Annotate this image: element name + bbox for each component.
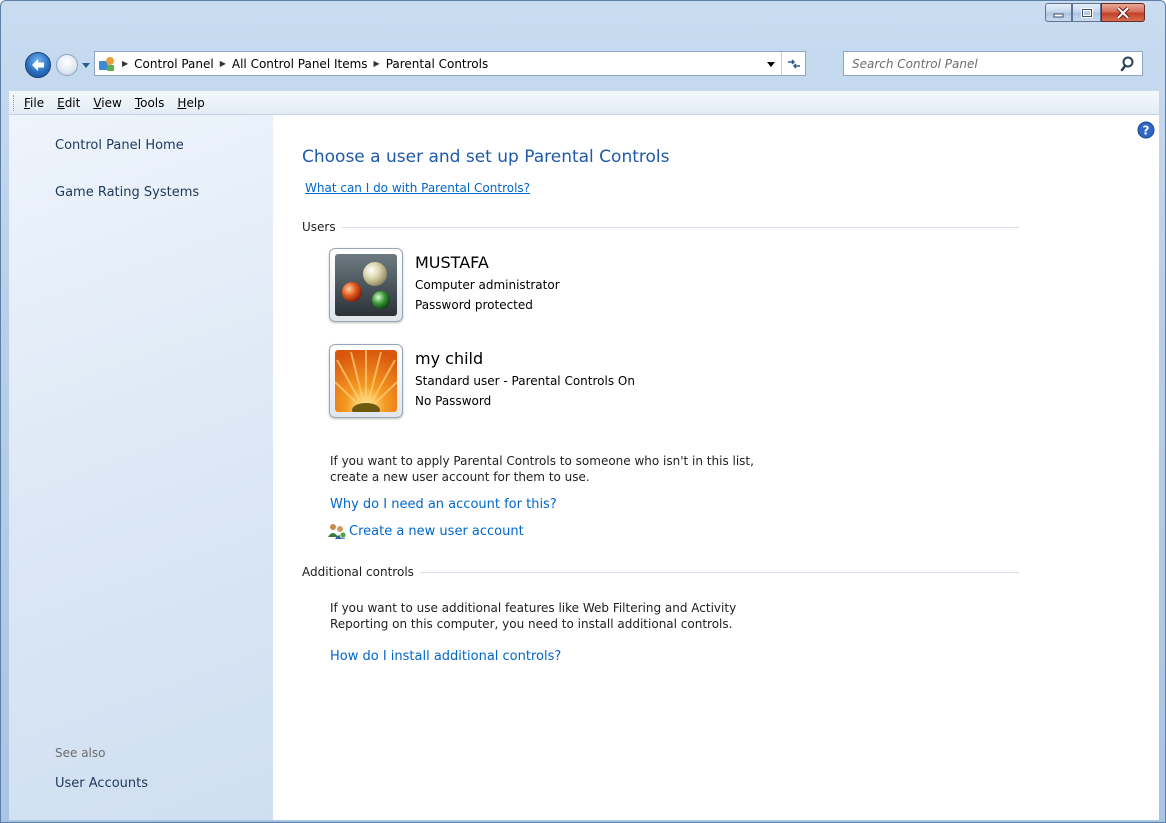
chevron-down-icon [767, 61, 775, 67]
address-bar[interactable]: ▶ Control Panel ▶ All Control Panel Item… [94, 51, 806, 76]
users-section-header: Users [302, 220, 1019, 234]
task-pane: Control Panel Home Game Rating Systems S… [9, 115, 273, 820]
page-title: Choose a user and set up Parental Contro… [302, 147, 670, 167]
see-also-label: See also [55, 746, 106, 760]
window-frame: ▶ Control Panel ▶ All Control Panel Item… [0, 0, 1166, 823]
breadcrumb-control-panel[interactable]: Control Panel [134, 57, 214, 71]
marbles-avatar-icon [335, 254, 397, 316]
user-name: MUSTAFA [415, 253, 489, 272]
user-card-my-child[interactable]: my child Standard user - Parental Contro… [329, 344, 729, 424]
additional-controls-label: Additional controls [302, 565, 414, 579]
user-password-status: No Password [415, 394, 492, 408]
why-need-account-link[interactable]: Why do I need an account for this? [330, 497, 557, 512]
user-password-status: Password protected [415, 298, 533, 312]
flower-avatar-icon [335, 350, 397, 412]
users-section-label: Users [302, 220, 336, 234]
main-pane: Choose a user and set up Parental Contro… [273, 115, 1159, 820]
maximize-icon [1080, 7, 1093, 18]
menu-tools[interactable]: Tools [135, 96, 165, 110]
additional-controls-header: Additional controls [302, 565, 1019, 579]
breadcrumb-parental-controls[interactable]: Parental Controls [386, 57, 489, 71]
section-divider [419, 571, 1019, 573]
menu-bar: File Edit View Tools Help [9, 91, 1159, 115]
minimize-button[interactable] [1045, 3, 1072, 22]
title-bar[interactable] [1, 1, 1165, 41]
back-arrow-icon [32, 59, 44, 71]
info-text: If you want to apply Parental Controls t… [330, 454, 754, 484]
user-accounts-link[interactable]: User Accounts [55, 776, 148, 791]
section-divider [341, 226, 1019, 228]
menu-grip [13, 94, 16, 111]
user-role: Computer administrator [415, 278, 560, 292]
create-user-account-link[interactable]: Create a new user account [327, 523, 524, 539]
maximize-button[interactable] [1072, 3, 1101, 22]
game-rating-systems-link[interactable]: Game Rating Systems [55, 185, 199, 200]
address-dropdown-button[interactable] [763, 52, 779, 75]
refresh-button[interactable] [781, 52, 805, 75]
create-user-account-label: Create a new user account [349, 523, 524, 539]
breadcrumb-all-items[interactable]: All Control Panel Items [232, 57, 368, 71]
menu-edit[interactable]: Edit [57, 96, 80, 110]
menu-view[interactable]: View [93, 96, 121, 110]
user-role: Standard user - Parental Controls On [415, 374, 635, 388]
content-area: Control Panel Home Game Rating Systems S… [9, 115, 1159, 820]
search-icon[interactable] [1120, 55, 1138, 73]
user-name: my child [415, 349, 484, 368]
control-panel-icon [99, 56, 114, 71]
avatar [329, 248, 403, 322]
what-can-i-do-link[interactable]: What can I do with Parental Controls? [305, 181, 530, 195]
close-icon [1116, 6, 1130, 19]
chevron-down-icon [82, 63, 90, 68]
additional-info-text: If you want to use additional features l… [330, 601, 737, 631]
breadcrumb-separator-icon[interactable]: ▶ [374, 59, 380, 68]
users-icon [328, 524, 347, 539]
back-button[interactable] [25, 52, 51, 78]
recent-pages-button[interactable] [80, 59, 92, 71]
breadcrumb-separator-icon[interactable]: ▶ [122, 59, 128, 68]
avatar [329, 344, 403, 418]
search-input[interactable] [852, 53, 1112, 74]
close-button[interactable] [1101, 3, 1145, 22]
menu-help[interactable]: Help [177, 96, 204, 110]
user-card-mustafa[interactable]: MUSTAFA Computer administrator Password … [329, 248, 729, 328]
minimize-icon [1053, 13, 1063, 17]
caption-buttons [1045, 3, 1145, 22]
forward-button[interactable] [56, 54, 78, 76]
menu-file[interactable]: File [24, 96, 44, 110]
search-box [843, 51, 1143, 76]
navigation-row: ▶ Control Panel ▶ All Control Panel Item… [1, 45, 1165, 85]
breadcrumb-separator-icon[interactable]: ▶ [220, 59, 226, 68]
control-panel-home-link[interactable]: Control Panel Home [55, 138, 184, 153]
install-additional-controls-link[interactable]: How do I install additional controls? [330, 649, 561, 664]
refresh-icon [787, 58, 800, 69]
